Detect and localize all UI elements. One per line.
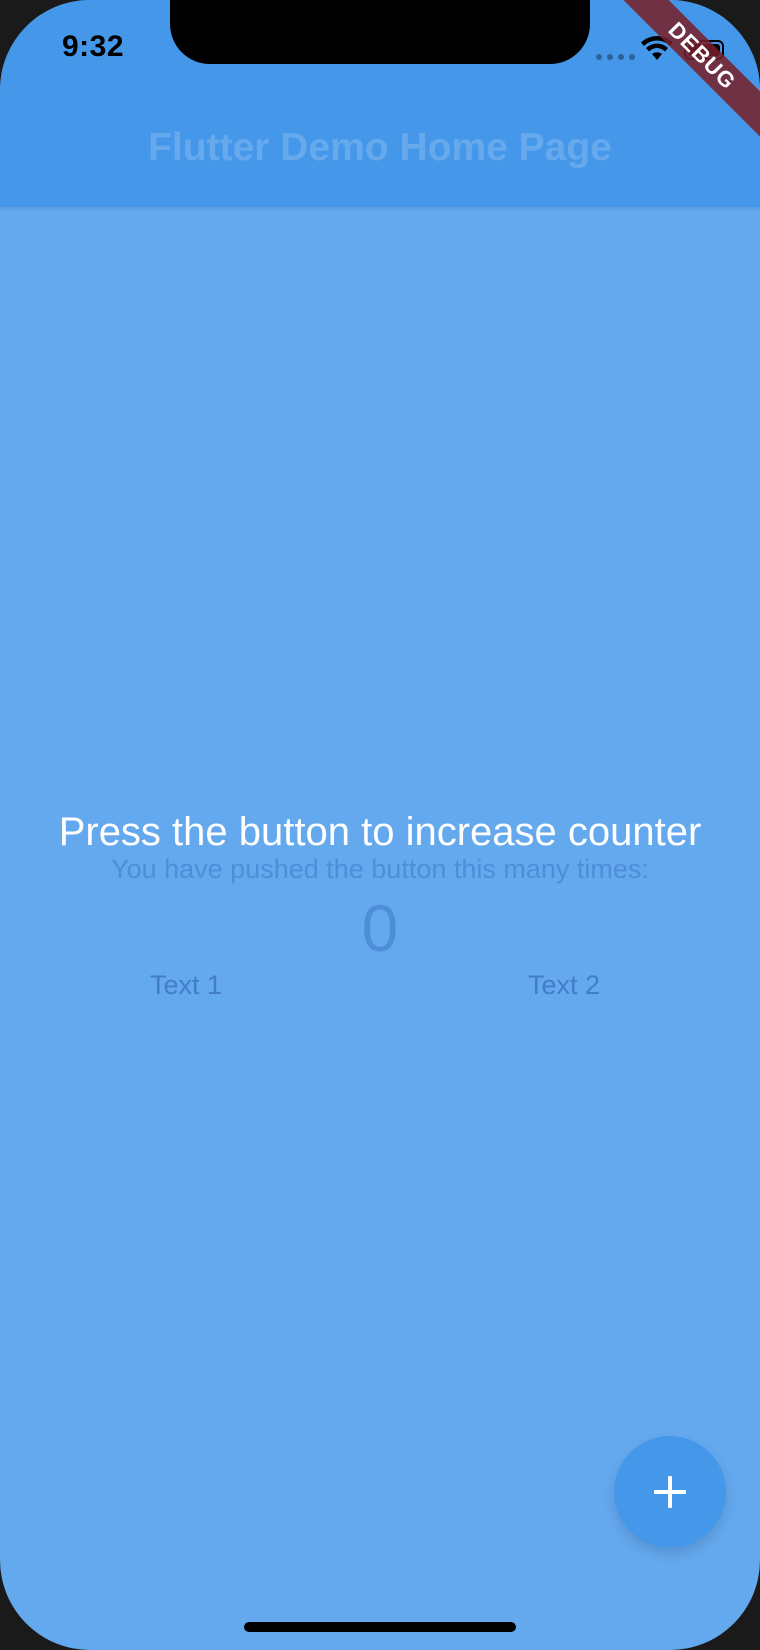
text-2: Text 2 xyxy=(528,970,601,1000)
cellular-signal-icon xyxy=(596,54,635,60)
status-time: 9:32 xyxy=(62,30,125,63)
increment-fab-button[interactable] xyxy=(614,1436,726,1548)
add-icon xyxy=(654,1476,686,1508)
text-1: Text 1 xyxy=(150,970,223,1000)
counter-label: You have pushed the button this many tim… xyxy=(111,854,649,884)
counter-value: 0 xyxy=(361,891,399,965)
app-bar: 9:32 Flutter Demo Home Page xyxy=(0,0,760,207)
home-indicator[interactable] xyxy=(244,1622,516,1632)
phone-screen: 9:32 Flutter Demo Home Page DEBUG Press … xyxy=(0,0,760,1650)
overlay-message: Press the button to increase counter xyxy=(58,810,702,854)
app-bar-title: Flutter Demo Home Page xyxy=(148,126,612,169)
device-notch xyxy=(170,0,590,64)
